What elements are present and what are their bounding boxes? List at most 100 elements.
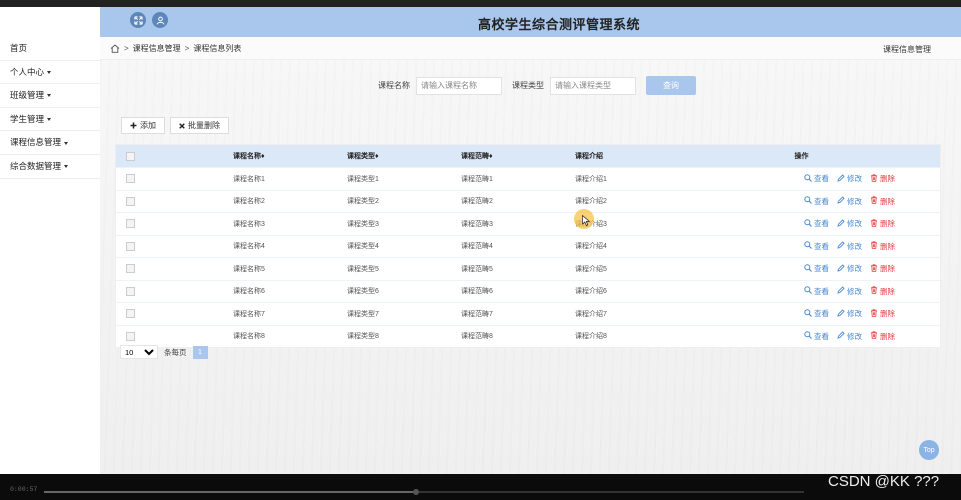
view-button[interactable]: 查看: [804, 308, 829, 319]
row-checkbox[interactable]: [125, 241, 135, 251]
cell-operations: 查看 修改 删除: [688, 189, 940, 213]
pencil-icon: [837, 309, 845, 319]
edit-button[interactable]: 修改: [837, 263, 862, 274]
sidebar-top-spacer: [0, 7, 100, 37]
breadcrumb: > 课程信息管理 > 课程信息列表 课程信息管理: [100, 37, 961, 60]
view-button[interactable]: 查看: [804, 286, 829, 297]
app-screen: 首页 个人中心 班级管理 学生管理 课程信息管理 综合数据管理 高校学生综合测评管理系统 …: [0, 0, 961, 474]
spacer-cell: [144, 212, 232, 235]
edit-button[interactable]: 修改: [837, 308, 862, 319]
pencil-icon: [837, 174, 845, 184]
delete-button[interactable]: 删除: [870, 263, 895, 274]
add-button[interactable]: 添加: [121, 117, 165, 134]
table-header-row: 课程名称♦ 课程类型♦ 课程范畴♦ 课程介绍 操作: [116, 145, 940, 168]
sidebar-item-label: 综合数据管理: [10, 160, 62, 171]
cell-operations: 查看 修改 删除: [688, 212, 940, 235]
page-size-select[interactable]: 10: [120, 345, 158, 359]
spacer-cell: [144, 302, 232, 325]
window-top-strip: [0, 0, 961, 7]
edit-button[interactable]: 修改: [837, 173, 862, 184]
delete-button[interactable]: 删除: [870, 241, 895, 252]
edit-button[interactable]: 修改: [837, 218, 862, 229]
search-form: 课程名称 课程类型 查询: [378, 76, 696, 95]
row-checkbox[interactable]: [125, 309, 135, 319]
video-progress-track[interactable]: [44, 489, 804, 495]
view-button[interactable]: 查看: [804, 196, 829, 207]
cell-course-type: 课程类型7: [346, 302, 460, 325]
spacer-cell: [144, 279, 232, 303]
delete-button[interactable]: 删除: [870, 331, 895, 342]
video-progress-fill: [44, 491, 417, 493]
view-button[interactable]: 查看: [804, 263, 829, 274]
cell-course-name: 课程名称5: [232, 257, 346, 280]
edit-button[interactable]: 修改: [837, 196, 862, 207]
row-checkbox[interactable]: [125, 174, 135, 184]
plus-icon: [130, 122, 137, 129]
view-button[interactable]: 查看: [804, 173, 829, 184]
cell-course-category: 课程范畴8: [460, 324, 574, 347]
table-row: 课程名称2 课程类型2 课程范畴2 课程介绍2 查看 修改 删除: [116, 189, 940, 213]
expand-button[interactable]: [130, 12, 146, 28]
course-table: 课程名称♦ 课程类型♦ 课程范畴♦ 课程介绍 操作 课程名称1 课程类型1 课程范畴…: [115, 144, 941, 348]
back-to-top-button[interactable]: Top: [919, 440, 939, 460]
cell-course-category: 课程范畴2: [460, 189, 574, 213]
sidebar-item-2[interactable]: 班级管理: [0, 84, 100, 108]
caret-down-icon: [47, 70, 52, 74]
user-button[interactable]: [152, 12, 168, 28]
delete-button[interactable]: 删除: [870, 286, 895, 297]
page-number-current[interactable]: 1: [192, 345, 208, 359]
view-button[interactable]: 查看: [804, 241, 829, 252]
spacer-cell: [144, 324, 232, 347]
cell-course-intro: 课程介绍5: [574, 257, 688, 280]
delete-button[interactable]: 删除: [870, 218, 895, 229]
table-row: 课程名称1 课程类型1 课程范畴1 课程介绍1 查看 修改 删除: [116, 167, 940, 190]
cell-operations: 查看 修改 删除: [688, 234, 940, 258]
view-button[interactable]: 查看: [804, 218, 829, 229]
table-row: 课程名称3课程类型3课程范畴3课程介绍3查看修改删除: [116, 212, 940, 235]
cell-course-name: 课程名称1: [232, 167, 346, 190]
course-type-label: 课程类型: [512, 81, 544, 90]
sidebar-item-1[interactable]: 个人中心: [0, 61, 100, 85]
cell-operations: 查看 修改 删除: [688, 302, 940, 325]
cell-operations: 查看 修改 删除: [688, 324, 940, 347]
row-checkbox[interactable]: [125, 196, 135, 206]
select-all-checkbox[interactable]: [125, 151, 135, 161]
column-header-course-name[interactable]: 课程名称♦: [232, 145, 346, 168]
sidebar-item-3[interactable]: 学生管理: [0, 108, 100, 132]
course-type-input[interactable]: [550, 76, 636, 95]
video-progress-handle[interactable]: [413, 489, 420, 495]
edit-button[interactable]: 修改: [837, 241, 862, 252]
sidebar-item-label: 班级管理: [10, 90, 45, 101]
breadcrumb-item-course-management[interactable]: 课程信息管理: [133, 43, 181, 54]
trash-icon: [870, 174, 878, 184]
pencil-icon: [837, 241, 845, 251]
sidebar-item-label: 学生管理: [10, 113, 45, 124]
trash-icon: [870, 219, 878, 229]
delete-button[interactable]: 删除: [870, 196, 895, 207]
sidebar-item-0[interactable]: 首页: [0, 37, 100, 61]
action-toolbar: 添加 批量删除: [121, 117, 229, 134]
cell-course-category: 课程范畴4: [460, 234, 574, 258]
table-row: 课程名称6 课程类型6 课程范畴6 课程介绍6 查看 修改 删除: [116, 279, 940, 303]
search-button[interactable]: 查询: [646, 76, 696, 95]
watermark: CSDN @KK ???: [828, 473, 940, 490]
batch-delete-button[interactable]: 批量删除: [170, 117, 229, 134]
course-name-input[interactable]: [416, 76, 502, 95]
home-icon[interactable]: [110, 44, 120, 53]
column-header-course-type[interactable]: 课程类型♦: [346, 145, 460, 168]
cell-course-intro: 课程介绍8: [574, 324, 688, 347]
row-checkbox[interactable]: [125, 264, 135, 274]
sidebar-item-4[interactable]: 课程信息管理: [0, 131, 100, 155]
cell-course-name: 课程名称4: [232, 234, 346, 258]
edit-button[interactable]: 修改: [837, 331, 862, 342]
column-header-course-category[interactable]: 课程范畴♦: [460, 145, 574, 168]
row-checkbox[interactable]: [125, 331, 135, 341]
edit-button[interactable]: 修改: [837, 286, 862, 297]
row-checkbox[interactable]: [125, 219, 135, 229]
sort-icon: ♦: [489, 153, 493, 160]
delete-button[interactable]: 删除: [870, 308, 895, 319]
view-button[interactable]: 查看: [804, 331, 829, 342]
delete-button[interactable]: 删除: [870, 173, 895, 184]
row-checkbox[interactable]: [125, 286, 135, 296]
sidebar-item-5[interactable]: 综合数据管理: [0, 155, 100, 179]
